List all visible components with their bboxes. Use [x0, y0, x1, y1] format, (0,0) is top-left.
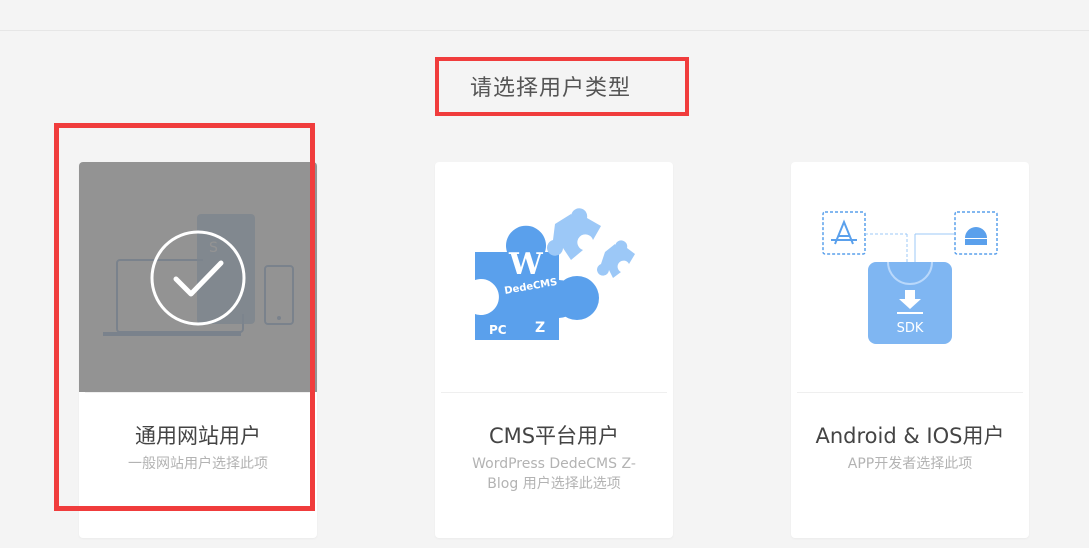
card-divider	[85, 392, 311, 393]
card-title: Android & IOS用户	[815, 424, 1005, 448]
zblog-text: Z	[535, 320, 545, 336]
sdk-icon: SDK	[791, 162, 1029, 392]
checkmark-icon	[150, 230, 246, 326]
card-description: APP开发者选择此项	[847, 456, 973, 472]
card-description: WordPress DedeCMS Z- Blog 用户选择此选项	[472, 456, 636, 492]
card-description: 一般网站用户选择此项	[128, 456, 268, 472]
card-divider	[797, 392, 1023, 393]
cms-puzzle-icon: W DedeCMS PC Z	[435, 162, 673, 392]
header-divider	[0, 30, 1089, 31]
card-general-website-user[interactable]: S 通用网站用户 一般网站用户选择此项	[79, 162, 317, 538]
wordpress-text: W	[508, 247, 544, 282]
selected-overlay	[79, 162, 317, 392]
card-title: 通用网站用户	[135, 424, 261, 448]
card-cms-platform-user[interactable]: W DedeCMS PC Z CMS平台用户 WordPress DedeCMS…	[435, 162, 673, 538]
card-divider	[441, 392, 667, 393]
pc-text: PC	[489, 323, 507, 337]
sdk-label: SDK	[897, 321, 924, 336]
page-title: 请选择用户类型	[470, 76, 632, 101]
card-android-ios-user[interactable]: SDK Android & IOS用户 APP开发者选择此项	[791, 162, 1029, 538]
card-title: CMS平台用户	[488, 424, 620, 448]
